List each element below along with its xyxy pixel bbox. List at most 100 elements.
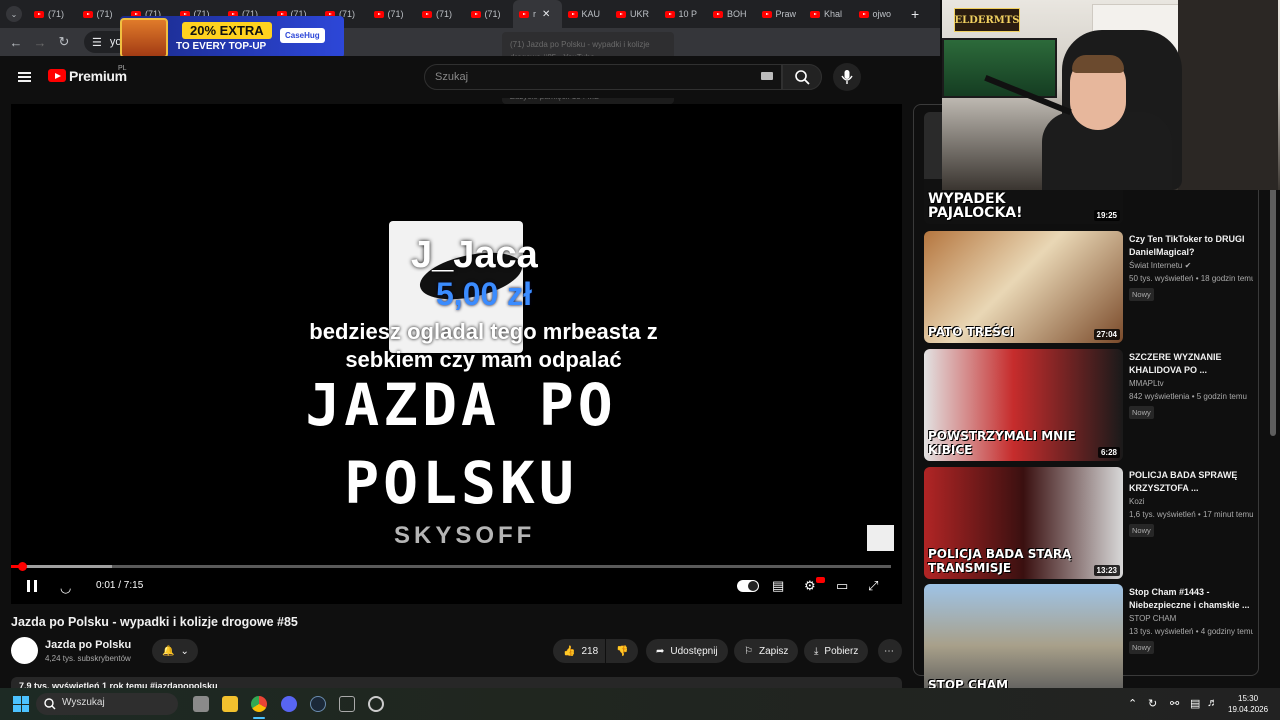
tab-label: UKR xyxy=(630,9,650,19)
subscriber-count: 4,24 tys. subskrybentów xyxy=(45,654,131,663)
treasure-chest-icon xyxy=(120,18,168,58)
youtube-favicon-icon xyxy=(616,10,626,18)
tray-volume-icon[interactable]: ♬ xyxy=(1207,697,1218,709)
youtube-logo-icon[interactable] xyxy=(48,69,66,82)
search-input[interactable]: Szukaj xyxy=(424,64,782,90)
fullscreen-icon[interactable]: ⤢ xyxy=(868,578,878,594)
new-tab-button[interactable]: + xyxy=(911,6,919,22)
video-thumbnail[interactable]: POWSTRZYMALI MNIE KIBICE 6:28 xyxy=(924,349,1123,461)
tab-label: (71) xyxy=(387,9,404,19)
browser-tab[interactable]: (71) xyxy=(368,0,417,28)
subtitles-icon[interactable]: ▤ xyxy=(772,578,784,594)
tab-search-chevron-icon[interactable]: ⌄ xyxy=(6,6,22,22)
chevron-down-icon: ⌄ xyxy=(180,645,189,657)
recommended-video[interactable]: POWSTRZYMALI MNIE KIBICE 6:28 SZCZERE WYZN… xyxy=(924,349,1254,463)
youtube-favicon-icon xyxy=(664,10,675,18)
pause-icon[interactable] xyxy=(27,580,37,592)
menu-icon[interactable] xyxy=(18,72,31,82)
more-actions-button[interactable]: ⋯ xyxy=(878,639,902,663)
tab-label: 10 P xyxy=(678,9,698,19)
close-tab-icon[interactable]: ✕ xyxy=(542,9,550,20)
tray-chevron-icon[interactable]: ⌃ xyxy=(1128,697,1137,710)
recommended-channel[interactable]: Świat Internetu ✔ xyxy=(1129,261,1191,270)
streamer-webcam-overlay: ELDERMTS xyxy=(942,0,1280,190)
browser-tab[interactable]: UKR xyxy=(610,0,659,28)
thumbs-up-icon: 👍 xyxy=(563,645,576,657)
tray-display-icon[interactable]: ▤ xyxy=(1190,697,1200,710)
site-info-icon[interactable]: ☰ xyxy=(92,36,102,49)
tab-label: Khal xyxy=(824,9,843,19)
download-button[interactable]: ⤓ Pobierz xyxy=(804,639,869,663)
new-badge: Nowy xyxy=(1129,406,1154,419)
video-duration: 13:23 xyxy=(1093,565,1120,576)
channel-watermark-icon[interactable] xyxy=(867,525,894,551)
background-aquarium xyxy=(942,38,1057,98)
browser-tab[interactable]: ojwo xyxy=(853,0,902,28)
recommended-title[interactable]: Czy Ten TikToker to DRUGI DanielMagical? xyxy=(1129,233,1253,259)
recommended-channel[interactable]: Kozi xyxy=(1129,497,1145,506)
like-button[interactable]: 👍 218 xyxy=(553,639,605,663)
share-button[interactable]: ➦ Udostępnij xyxy=(646,639,728,663)
tab-label: ojwo xyxy=(872,9,892,19)
video-thumbnail[interactable]: PATO TREŚCI 27:04 xyxy=(924,231,1123,343)
keyboard-icon[interactable] xyxy=(761,72,773,80)
video-player[interactable]: J_Jaca 5,00 zł bedziesz ogladal tego mrb… xyxy=(11,104,902,604)
browser-tab[interactable]: r ✕ xyxy=(513,0,562,28)
dislike-button[interactable]: 👎 xyxy=(606,639,638,663)
search-button[interactable] xyxy=(782,64,822,90)
recommended-channel[interactable]: STOP CHAM xyxy=(1129,614,1176,623)
reload-icon[interactable]: ↻ xyxy=(52,34,76,50)
file-explorer-icon[interactable] xyxy=(222,696,238,712)
windows-start-icon[interactable] xyxy=(13,696,29,712)
casehug-ad-banner[interactable]: 20% EXTRA TO EVERY TOP-UP CaseHug xyxy=(120,16,344,58)
recommended-video[interactable]: PATO TREŚCI 27:04 Czy Ten TikToker to DRUG… xyxy=(924,231,1254,345)
save-button[interactable]: ⚐ Zapisz xyxy=(734,639,799,663)
voice-search-button[interactable] xyxy=(833,63,861,91)
browser-tab[interactable]: (71) xyxy=(416,0,465,28)
browser-tab[interactable]: Praw xyxy=(756,0,805,28)
channel-name[interactable]: Jazda po Polsku xyxy=(45,639,131,651)
progress-scrubber[interactable] xyxy=(18,562,27,571)
browser-tab[interactable]: (71) xyxy=(465,0,514,28)
recommended-title[interactable]: Stop Cham #1443 - Niebezpieczne i chamsk… xyxy=(1129,586,1253,612)
recommended-video[interactable]: POLICJA BADA STARĄ TRANSMISJE 13:23 POLICJ… xyxy=(924,467,1254,581)
browser-tab[interactable]: KAU xyxy=(562,0,611,28)
bookmark-icon: ⚐ xyxy=(744,645,753,657)
channel-label: STOP CHAM xyxy=(1129,614,1177,623)
notifications-button[interactable]: 🔔 ⌄ xyxy=(152,639,198,663)
obs-icon[interactable] xyxy=(368,696,384,712)
back-arrow-icon[interactable]: ← xyxy=(4,35,28,50)
steam-icon[interactable] xyxy=(310,696,326,712)
browser-tab[interactable]: BOH xyxy=(707,0,756,28)
video-thumbnail[interactable]: STOP CHAM xyxy=(924,584,1123,696)
browser-tab[interactable]: (71) xyxy=(77,0,126,28)
theater-mode-icon[interactable]: ▭ xyxy=(836,578,848,594)
recommended-meta: 50 tys. wyświetleń • 18 godzin temu xyxy=(1129,274,1253,283)
progress-bar[interactable] xyxy=(11,565,891,568)
browser-tab[interactable]: (71) xyxy=(28,0,77,28)
recommended-video[interactable]: STOP CHAM Stop Cham #1443 - Niebezpieczne… xyxy=(924,584,1254,698)
taskbar-search-input[interactable]: Wyszukaj xyxy=(36,693,178,715)
channel-avatar[interactable] xyxy=(11,637,38,664)
settings-gear-icon[interactable]: ⚙ xyxy=(804,578,816,594)
donation-name: J_Jaca xyxy=(411,234,538,276)
forward-arrow-icon[interactable]: → xyxy=(28,35,52,50)
volume-icon[interactable]: ◡ xyxy=(60,580,71,596)
autoplay-toggle[interactable] xyxy=(737,580,759,592)
discord-icon[interactable] xyxy=(281,696,297,712)
youtube-favicon-icon xyxy=(373,10,384,18)
video-thumbnail[interactable]: POLICJA BADA STARĄ TRANSMISJE 13:23 xyxy=(924,467,1123,579)
taskbar-clock[interactable]: 15:30 19.04.2026 xyxy=(1228,693,1268,715)
recommended-channel[interactable]: MMAPLtv xyxy=(1129,379,1164,388)
tray-sync-icon[interactable]: ↻ xyxy=(1148,697,1157,710)
recommended-title[interactable]: POLICJA BADA SPRAWĘ KRZYSZTOFA ... xyxy=(1129,469,1253,495)
app-icon[interactable] xyxy=(339,696,355,712)
recommended-title[interactable]: SZCZERE WYZNANIE KHALIDOVA PO ... xyxy=(1129,351,1253,377)
task-view-icon[interactable] xyxy=(193,696,209,712)
browser-tab[interactable]: 10 P xyxy=(659,0,708,28)
video-intro-title: JAZDA PO POLSKU xyxy=(301,366,621,522)
more-dots-icon: ⋯ xyxy=(884,645,894,657)
browser-tab[interactable]: Khal xyxy=(804,0,853,28)
tray-microphone-icon[interactable]: ⚯ xyxy=(1170,697,1179,710)
chrome-icon[interactable] xyxy=(251,696,267,712)
